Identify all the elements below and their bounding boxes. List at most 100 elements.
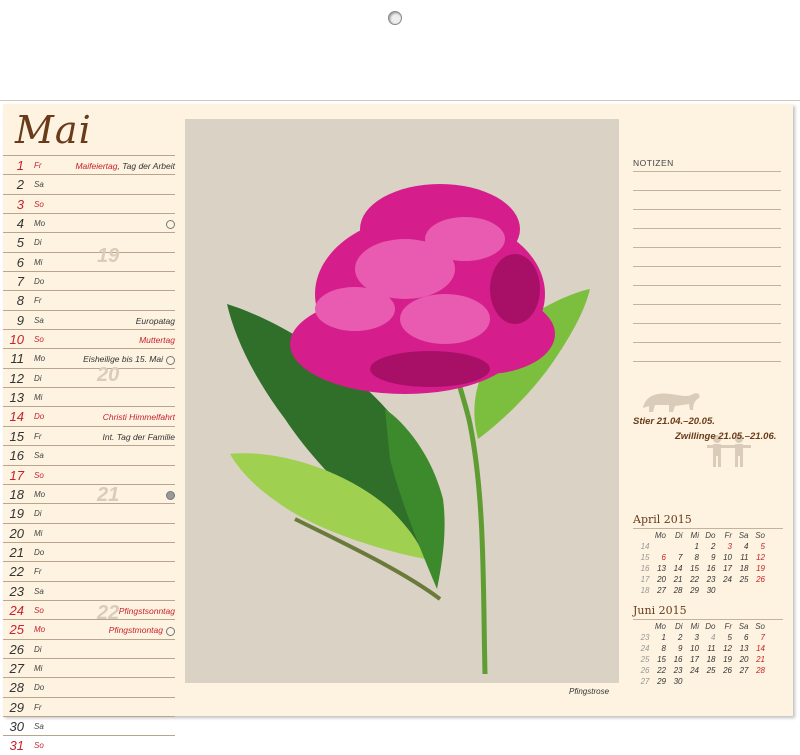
day-row[interactable]: 28 Do <box>3 677 175 696</box>
mini-day[interactable]: 7 <box>749 632 765 643</box>
mini-day[interactable]: 6 <box>650 552 666 563</box>
mini-day[interactable]: 16 <box>699 563 716 574</box>
mini-day[interactable]: 29 <box>683 585 699 596</box>
day-row[interactable]: 30 Sa <box>3 715 175 735</box>
mini-day[interactable]: 15 <box>683 563 699 574</box>
day-row[interactable]: 27 Mi <box>3 657 175 677</box>
notes-line[interactable] <box>633 323 781 324</box>
mini-day[interactable]: 25 <box>699 665 716 676</box>
mini-day[interactable]: 15 <box>650 654 666 665</box>
day-row[interactable]: 2 Sa <box>3 174 175 193</box>
day-row[interactable]: 23 Sa <box>3 580 175 600</box>
mini-day[interactable]: 19 <box>749 563 765 574</box>
mini-day[interactable]: 28 <box>666 585 683 596</box>
mini-day[interactable]: 19 <box>716 654 732 665</box>
day-row[interactable]: 10 So Muttertag <box>3 329 175 348</box>
mini-day[interactable]: 28 <box>749 665 765 676</box>
mini-day[interactable]: 22 <box>650 665 666 676</box>
mini-day[interactable]: 2 <box>699 541 715 552</box>
mini-day[interactable]: 30 <box>699 585 716 596</box>
mini-day[interactable]: 3 <box>716 541 732 552</box>
mini-day[interactable]: 27 <box>732 665 749 676</box>
day-row[interactable]: 18 Mo <box>3 483 175 503</box>
day-row[interactable]: 24 So Pfingstsonntag <box>3 599 175 619</box>
mini-day[interactable]: 4 <box>699 632 715 643</box>
mini-day[interactable]: 12 <box>749 552 765 563</box>
mini-day[interactable]: 20 <box>732 654 749 665</box>
mini-day[interactable]: 26 <box>716 665 732 676</box>
day-row[interactable]: 16 Sa <box>3 445 175 464</box>
day-row[interactable]: 11 Mo Eisheilige bis 15. Mai <box>3 348 175 367</box>
mini-day[interactable]: 18 <box>699 654 716 665</box>
mini-day[interactable]: 11 <box>732 552 748 563</box>
notes-line[interactable] <box>633 361 781 362</box>
mini-day[interactable]: 1 <box>683 541 699 552</box>
day-row[interactable]: 15 Fr Int. Tag der Familie <box>3 425 175 445</box>
day-row[interactable]: 8 Fr <box>3 290 175 309</box>
mini-day[interactable]: 30 <box>666 676 683 687</box>
mini-day[interactable]: 9 <box>666 643 682 654</box>
notes-line[interactable] <box>633 228 781 229</box>
mini-day[interactable]: 24 <box>683 665 699 676</box>
mini-day[interactable]: 4 <box>732 541 748 552</box>
notes-line[interactable] <box>633 304 781 305</box>
day-row[interactable]: 31 So <box>3 735 175 754</box>
mini-day[interactable]: 21 <box>666 574 683 585</box>
mini-day[interactable]: 11 <box>699 643 715 654</box>
mini-day[interactable]: 21 <box>749 654 765 665</box>
mini-day[interactable]: 6 <box>732 632 748 643</box>
day-row[interactable]: 20 Mi <box>3 522 175 542</box>
mini-day[interactable]: 25 <box>732 574 749 585</box>
day-row[interactable]: 17 So <box>3 464 175 484</box>
mini-day[interactable]: 10 <box>716 552 732 563</box>
mini-day[interactable]: 17 <box>716 563 732 574</box>
day-row[interactable]: 5 Di <box>3 232 175 251</box>
day-row[interactable]: 9 Sa Europatag <box>3 309 175 329</box>
mini-day[interactable]: 29 <box>650 676 666 687</box>
day-row[interactable]: 14 Do Christi Himmelfahrt <box>3 406 175 425</box>
mini-day[interactable]: 20 <box>650 574 666 585</box>
mini-day[interactable]: 24 <box>716 574 732 585</box>
notes-line[interactable] <box>633 266 781 267</box>
day-row[interactable]: 19 Di <box>3 503 175 522</box>
day-row[interactable]: 25 Mo Pfingstmontag <box>3 619 175 638</box>
day-row[interactable]: 6 Mi <box>3 251 175 271</box>
notes-line[interactable] <box>633 171 781 172</box>
mini-day[interactable]: 17 <box>683 654 699 665</box>
mini-day[interactable]: 5 <box>749 541 765 552</box>
day-row[interactable]: 22 Fr <box>3 561 175 580</box>
mini-day[interactable]: 3 <box>683 632 699 643</box>
mini-day[interactable]: 13 <box>650 563 666 574</box>
mini-day[interactable]: 23 <box>699 574 716 585</box>
mini-day[interactable]: 5 <box>716 632 732 643</box>
day-row[interactable]: 12 Di <box>3 367 175 387</box>
day-row[interactable]: 4 Mo <box>3 213 175 232</box>
mini-day[interactable]: 27 <box>650 585 666 596</box>
notes-line[interactable] <box>633 285 781 286</box>
mini-day[interactable]: 22 <box>683 574 699 585</box>
mini-day[interactable]: 26 <box>749 574 765 585</box>
day-row[interactable]: 29 Fr <box>3 696 175 716</box>
mini-day[interactable]: 1 <box>650 632 666 643</box>
notes-line[interactable] <box>633 209 781 210</box>
mini-day[interactable]: 7 <box>666 552 682 563</box>
notes-line[interactable] <box>633 190 781 191</box>
mini-day[interactable]: 13 <box>732 643 749 654</box>
mini-day[interactable]: 9 <box>699 552 715 563</box>
mini-day[interactable]: 10 <box>683 643 699 654</box>
day-row[interactable]: 3 So <box>3 193 175 213</box>
notes-line[interactable] <box>633 247 781 248</box>
mini-day[interactable]: 2 <box>666 632 682 643</box>
day-row[interactable]: 13 Mi <box>3 387 175 406</box>
mini-day[interactable]: 23 <box>666 665 683 676</box>
mini-day[interactable]: 18 <box>732 563 749 574</box>
mini-day[interactable]: 8 <box>683 552 699 563</box>
mini-day[interactable]: 16 <box>666 654 683 665</box>
mini-day[interactable]: 14 <box>749 643 765 654</box>
day-row[interactable]: 21 Do <box>3 541 175 561</box>
day-row[interactable]: 7 Do <box>3 271 175 290</box>
mini-day[interactable]: 8 <box>650 643 666 654</box>
day-row[interactable]: 1 Fr Maifeiertag, Tag der Arbeit <box>3 155 175 174</box>
mini-day[interactable]: 14 <box>666 563 683 574</box>
day-row[interactable]: 26 Di <box>3 638 175 658</box>
